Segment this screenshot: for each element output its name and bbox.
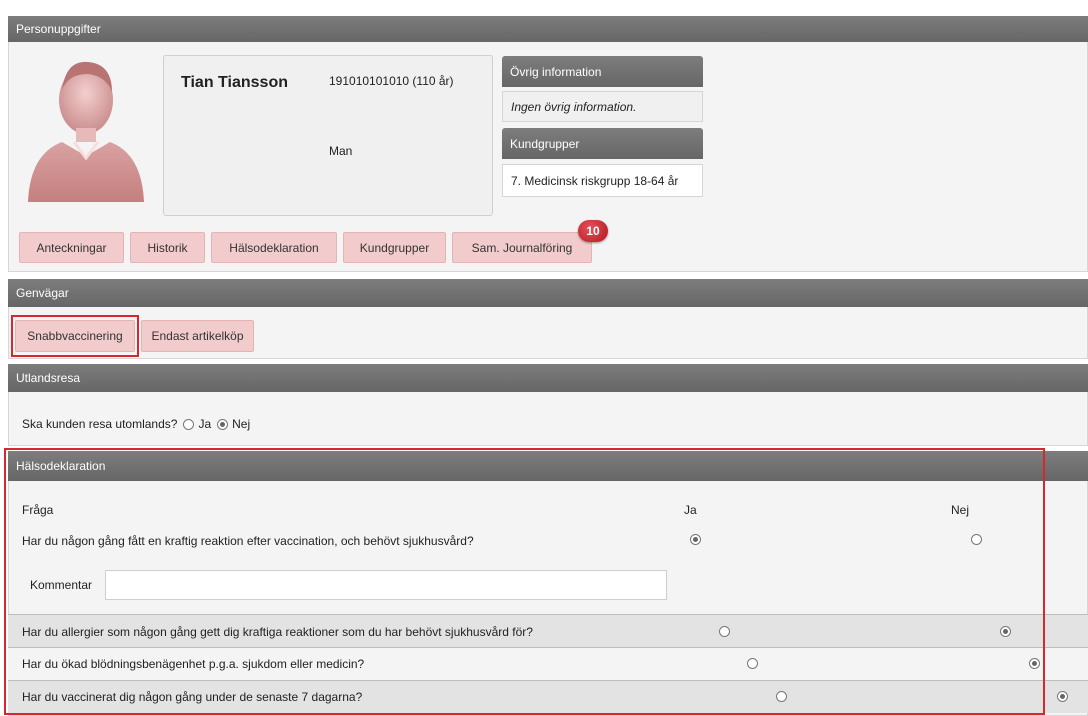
travel-no-label: Nej: [232, 417, 251, 431]
other-info-title: Övrig information: [510, 64, 602, 79]
tab-anteckningar[interactable]: Anteckningar: [19, 232, 124, 263]
customer-group-box: 7. Medicinsk riskgrupp 18-64 år: [502, 164, 703, 197]
travel-question-row: Ska kunden resa utomlands? Ja Nej: [22, 417, 250, 431]
customer-group-value: 7. Medicinsk riskgrupp 18-64 år: [511, 173, 679, 188]
section-header-genvagar: Genvägar: [8, 279, 1088, 307]
highlight-halsodeklaration: [4, 448, 1045, 715]
customer-groups-header: Kundgrupper: [502, 128, 703, 159]
other-info-header: Övrig information: [502, 56, 703, 87]
tab-sam-journalforing[interactable]: Sam. Journalföring: [452, 232, 592, 263]
person-name: Tian Tiansson: [181, 74, 288, 91]
journal-count-badge: 10: [578, 220, 608, 242]
customer-groups-title: Kundgrupper: [510, 136, 580, 151]
tab-historik[interactable]: Historik: [130, 232, 205, 263]
section-title: Genvägar: [16, 286, 69, 300]
travel-question: Ska kunden resa utomlands?: [22, 417, 178, 431]
snabbvaccinering-button[interactable]: Snabbvaccinering: [15, 320, 135, 352]
section-header-personuppgifter: Personuppgifter: [8, 16, 1088, 42]
other-info-box: Ingen övrig information.: [502, 91, 703, 122]
tab-kundgrupper[interactable]: Kundgrupper: [343, 232, 446, 263]
other-info-text: Ingen övrig information.: [511, 99, 637, 114]
person-card: Tian Tiansson 191010101010 (110 år) Man: [163, 55, 493, 216]
travel-no-radio[interactable]: [217, 418, 229, 430]
section-title: Utlandsresa: [16, 371, 81, 385]
person-gender: Man: [329, 144, 353, 158]
section-header-utlandsresa: Utlandsresa: [8, 364, 1088, 392]
person-id: 191010101010 (110 år): [329, 74, 454, 88]
endast-artikelkop-button[interactable]: Endast artikelköp: [141, 320, 254, 352]
section-title: Personuppgifter: [16, 22, 101, 36]
tab-halsodeklaration[interactable]: Hälsodeklaration: [211, 232, 337, 263]
avatar: [26, 52, 146, 202]
travel-yes-radio[interactable]: [183, 418, 195, 430]
travel-yes-label: Ja: [198, 417, 212, 431]
